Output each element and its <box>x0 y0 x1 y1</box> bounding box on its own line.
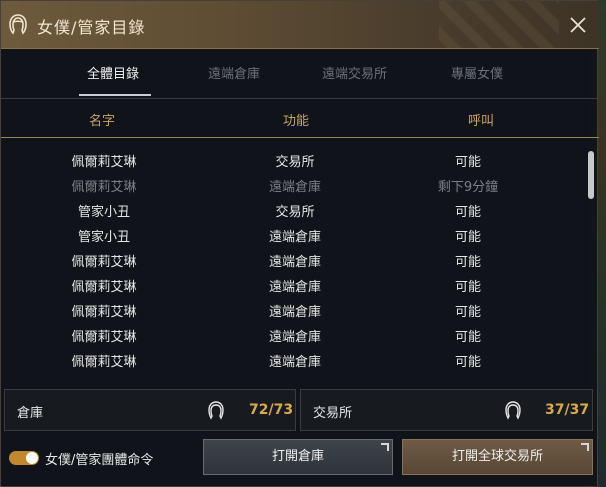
maid-function: 遠端倉庫 <box>268 180 322 195</box>
active-tab-indicator <box>79 94 151 96</box>
maid-call-status: 剩下9分鐘 <box>437 180 499 195</box>
maid-name: 管家小丑 <box>77 205 131 220</box>
column-name[interactable]: 名字 <box>89 110 115 129</box>
maid-function: 交易所 <box>275 155 315 170</box>
maid-list-window: 女僕/管家目錄 全體目錄 遠端倉庫 遠端交易所 專屬女僕 名字 功能 呼叫 佩爾… <box>0 0 599 487</box>
maid-name: 佩爾莉艾琳 <box>71 180 137 195</box>
storage-label: 倉庫 <box>17 406 44 421</box>
list-item[interactable]: 佩爾莉艾琳 遠端倉庫 可能 <box>1 272 586 297</box>
maid-icon <box>505 401 521 420</box>
open-storage-button[interactable]: 打開倉庫 <box>203 439 393 475</box>
popout-icon <box>381 443 389 451</box>
column-header: 名字 功能 呼叫 <box>1 98 599 138</box>
list-item[interactable]: 佩爾莉艾琳 遠端倉庫 可能 <box>1 297 586 322</box>
list-item[interactable]: 管家小丑 遠端倉庫 可能 <box>1 222 586 247</box>
maid-function: 遠端倉庫 <box>268 280 322 295</box>
group-command-label: 女僕/管家團體命令 <box>45 453 154 468</box>
open-exchange-label: 打開全球交易所 <box>451 449 543 464</box>
maid-call-status: 可能 <box>454 355 482 370</box>
maid-call-status: 可能 <box>454 305 482 320</box>
list-item[interactable]: 佩爾莉艾琳 遠端倉庫 剩下9分鐘 <box>1 172 586 197</box>
maid-function: 遠端倉庫 <box>268 255 322 270</box>
tab-exclusive-maid[interactable]: 專屬女僕 <box>451 63 503 82</box>
maid-name: 佩爾莉艾琳 <box>71 155 137 170</box>
popout-icon <box>581 443 589 451</box>
maid-name: 管家小丑 <box>77 230 131 245</box>
maid-call-status: 可能 <box>454 330 482 345</box>
maid-name: 佩爾莉艾琳 <box>71 330 137 345</box>
maid-call-status: 可能 <box>454 155 482 170</box>
list-item[interactable]: 佩爾莉艾琳 遠端倉庫 可能 <box>1 347 586 372</box>
maid-call-status: 可能 <box>454 230 482 245</box>
window-title: 女僕/管家目錄 <box>37 18 146 37</box>
column-call[interactable]: 呼叫 <box>468 110 494 129</box>
title-bar[interactable]: 女僕/管家目錄 <box>1 1 599 49</box>
maid-name: 佩爾莉艾琳 <box>71 305 137 320</box>
toggle-knob <box>26 452 38 464</box>
maid-call-status: 可能 <box>454 280 482 295</box>
tab-bar: 全體目錄 遠端倉庫 遠端交易所 專屬女僕 <box>1 49 599 95</box>
maid-call-status: 可能 <box>454 205 482 220</box>
column-function[interactable]: 功能 <box>283 110 309 129</box>
tab-remote-storage[interactable]: 遠端倉庫 <box>208 63 260 82</box>
storage-count: 72/73 <box>249 402 294 418</box>
exchange-count: 37/37 <box>545 402 590 418</box>
maid-name: 佩爾莉艾琳 <box>71 255 137 270</box>
maid-function: 遠端倉庫 <box>268 230 322 245</box>
maid-call-status: 可能 <box>454 255 482 270</box>
list-item[interactable]: 管家小丑 交易所 可能 <box>1 197 586 222</box>
maid-function: 遠端倉庫 <box>268 355 322 370</box>
group-command-toggle[interactable] <box>9 451 39 465</box>
maid-icon <box>208 401 224 420</box>
list-item[interactable]: 佩爾莉艾琳 遠端倉庫 可能 <box>1 322 586 347</box>
maid-icon <box>9 14 27 35</box>
maid-name: 佩爾莉艾琳 <box>71 355 137 370</box>
maid-function: 遠端倉庫 <box>268 305 322 320</box>
close-icon[interactable] <box>567 14 589 36</box>
open-global-exchange-button[interactable]: 打開全球交易所 <box>402 439 593 475</box>
maid-list: 佩爾莉艾琳 交易所 可能 佩爾莉艾琳 遠端倉庫 剩下9分鐘 管家小丑 交易所 可能 管家小丑 遠端倉… <box>1 147 586 372</box>
maid-name: 佩爾莉艾琳 <box>71 280 137 295</box>
tab-remote-exchange[interactable]: 遠端交易所 <box>322 63 387 82</box>
open-storage-label: 打開倉庫 <box>271 449 324 464</box>
exchange-label: 交易所 <box>313 406 353 421</box>
tab-all[interactable]: 全體目錄 <box>87 63 139 82</box>
storage-summary-panel: 倉庫 72/73 <box>4 389 296 431</box>
maid-function: 交易所 <box>275 205 315 220</box>
list-scrollbar[interactable] <box>588 151 594 199</box>
exchange-summary-panel: 交易所 37/37 <box>300 389 593 431</box>
list-item[interactable]: 佩爾莉艾琳 交易所 可能 <box>1 147 586 172</box>
list-item[interactable]: 佩爾莉艾琳 遠端倉庫 可能 <box>1 247 586 272</box>
maid-function: 遠端倉庫 <box>268 330 322 345</box>
